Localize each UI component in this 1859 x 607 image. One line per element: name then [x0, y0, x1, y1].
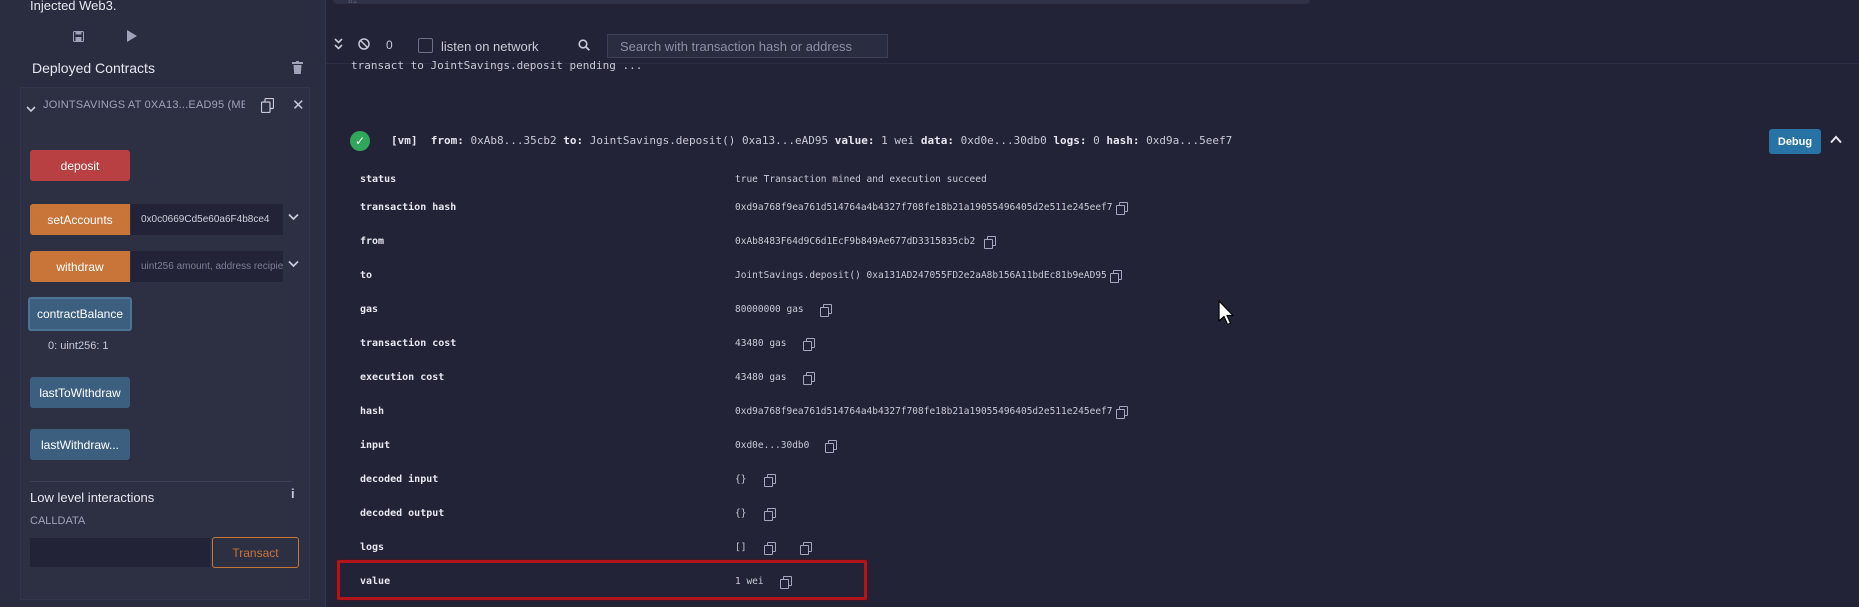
detail-key-execution-cost: execution cost	[360, 372, 445, 383]
detail-key-from: from	[360, 236, 385, 247]
value-value: 1 wei	[881, 134, 915, 147]
editor-scroll-edge	[333, 0, 1310, 4]
contract-balance-result: 0: uint256: 1	[48, 340, 109, 352]
detail-value-decoded-input: {}	[735, 474, 747, 485]
detail-value-to: JointSavings.deposit() 0xa131AD247055FD2…	[735, 270, 1107, 281]
detail-key-transaction-hash: transaction hash	[360, 202, 457, 213]
detail-key-transaction-cost: transaction cost	[360, 338, 457, 349]
detail-value-input: 0xd0e...30db0	[735, 440, 810, 451]
detail-key-gas: gas	[360, 304, 379, 315]
last-withdraw-button[interactable]: lastWithdraw...	[30, 429, 130, 460]
trash-icon[interactable]	[292, 61, 303, 74]
pending-log-line: transact to JointSavings.deposit pending…	[351, 59, 643, 72]
low-level-interactions-title: Low level interactions	[30, 490, 155, 505]
vm-tag: [vm]	[391, 134, 418, 147]
withdraw-button[interactable]: withdraw	[30, 251, 130, 282]
value-label: value:	[834, 134, 875, 147]
detail-value-execution-cost: 43480 gas	[735, 372, 787, 383]
hash-value: 0xd9a...5eef7	[1146, 134, 1233, 147]
logs-label: logs:	[1053, 134, 1087, 147]
from-label: from:	[430, 134, 464, 147]
logs-value: 0	[1093, 134, 1100, 147]
copy-icon[interactable]	[1110, 270, 1122, 283]
detail-key-hash: hash	[360, 406, 385, 417]
line-number: 82	[348, 0, 358, 5]
copy-icon[interactable]	[825, 440, 837, 453]
listen-on-network-checkbox[interactable]	[418, 38, 433, 53]
copy-icon[interactable]	[800, 542, 812, 555]
data-value: 0xd0e...30db0	[960, 134, 1047, 147]
collapse-terminal-icon[interactable]	[334, 38, 343, 53]
calldata-input[interactable]	[30, 538, 210, 567]
detail-key-to: to	[360, 270, 373, 281]
to-label: to:	[563, 134, 584, 147]
deployed-contracts-title: Deployed Contracts	[32, 60, 155, 76]
section-divider	[30, 481, 292, 482]
set-accounts-button[interactable]: setAccounts	[30, 204, 130, 235]
detail-value-from: 0xAb8483F64d9C6d1EcF9b849Ae677dD3315835c…	[735, 236, 976, 247]
copy-icon[interactable]	[820, 304, 832, 317]
detail-key-status: status	[360, 174, 397, 185]
copy-icon[interactable]	[764, 474, 776, 487]
pending-transactions-count: 0	[386, 38, 393, 52]
chevron-down-icon[interactable]	[26, 100, 36, 118]
environment-title: Injected Web3.	[30, 0, 117, 13]
detail-value-logs: []	[735, 542, 747, 553]
to-value: JointSavings.deposit() 0xa13...eAD95	[589, 134, 829, 147]
detail-value-gas: 80000000 gas	[735, 304, 804, 315]
detail-key-logs: logs	[360, 542, 385, 553]
detail-value-status: true Transaction mined and execution suc…	[735, 174, 987, 185]
detail-key-decoded-output: decoded output	[360, 508, 445, 519]
withdraw-input[interactable]: uint256 amount, address recipient	[131, 251, 283, 282]
save-icon[interactable]	[73, 31, 84, 45]
expand-chevron-icon[interactable]	[288, 210, 299, 224]
terminal-toolbar	[326, 28, 1859, 62]
detail-value-transaction-hash: 0xd9a768f9ea761d514764a4b4327f708fe18b21…	[735, 202, 1113, 213]
deposit-button[interactable]: deposit	[30, 150, 130, 181]
contract-instance-name[interactable]: JOINTSAVINGS AT 0XA13...EAD95 (MEMORY)	[43, 99, 245, 111]
calldata-label: CALLDATA	[30, 515, 86, 527]
value-row-highlight	[337, 560, 867, 600]
detail-value-transaction-cost: 43480 gas	[735, 338, 787, 349]
transaction-summary[interactable]: [vm] from: 0xAb8...35cb2 to: JointSaving…	[391, 134, 1232, 147]
copy-icon[interactable]	[1116, 202, 1128, 215]
contract-balance-button[interactable]: contractBalance	[28, 297, 132, 331]
expand-chevron-icon[interactable]	[288, 257, 299, 271]
close-icon[interactable]: ✕	[292, 96, 305, 114]
pane-divider[interactable]	[325, 0, 326, 607]
data-label: data:	[920, 134, 955, 147]
detail-value-decoded-output: {}	[735, 508, 747, 519]
copy-icon[interactable]	[984, 236, 996, 249]
copy-icon[interactable]	[1116, 406, 1128, 419]
success-check-icon: ✓	[350, 131, 370, 151]
search-icon	[578, 38, 590, 56]
detail-value-hash: 0xd9a768f9ea761d514764a4b4327f708fe18b21…	[735, 406, 1113, 417]
collapse-details-icon[interactable]	[1830, 131, 1842, 147]
copy-icon[interactable]	[764, 542, 776, 555]
info-icon[interactable]: i	[291, 486, 295, 501]
set-accounts-input[interactable]: 0x0c0669Cd5e60a6F4b8ce4	[131, 204, 283, 235]
last-to-withdraw-button[interactable]: lastToWithdraw	[30, 377, 130, 408]
hash-label: hash:	[1106, 134, 1140, 147]
from-value: 0xAb8...35cb2	[470, 134, 557, 147]
copy-address-icon[interactable]	[260, 97, 275, 118]
debug-button[interactable]: Debug	[1769, 129, 1821, 154]
detail-key-decoded-input: decoded input	[360, 474, 439, 485]
detail-key-input: input	[360, 440, 391, 451]
listen-on-network-label: listen on network	[441, 39, 539, 54]
copy-icon[interactable]	[764, 508, 776, 521]
mouse-pointer-icon	[1218, 300, 1234, 326]
play-icon[interactable]	[126, 30, 137, 45]
transaction-search-input[interactable]: Search with transaction hash or address	[607, 34, 888, 58]
transact-button[interactable]: Transact	[212, 537, 299, 568]
copy-icon[interactable]	[803, 338, 815, 351]
clear-console-icon[interactable]	[358, 38, 370, 53]
copy-icon[interactable]	[803, 372, 815, 385]
